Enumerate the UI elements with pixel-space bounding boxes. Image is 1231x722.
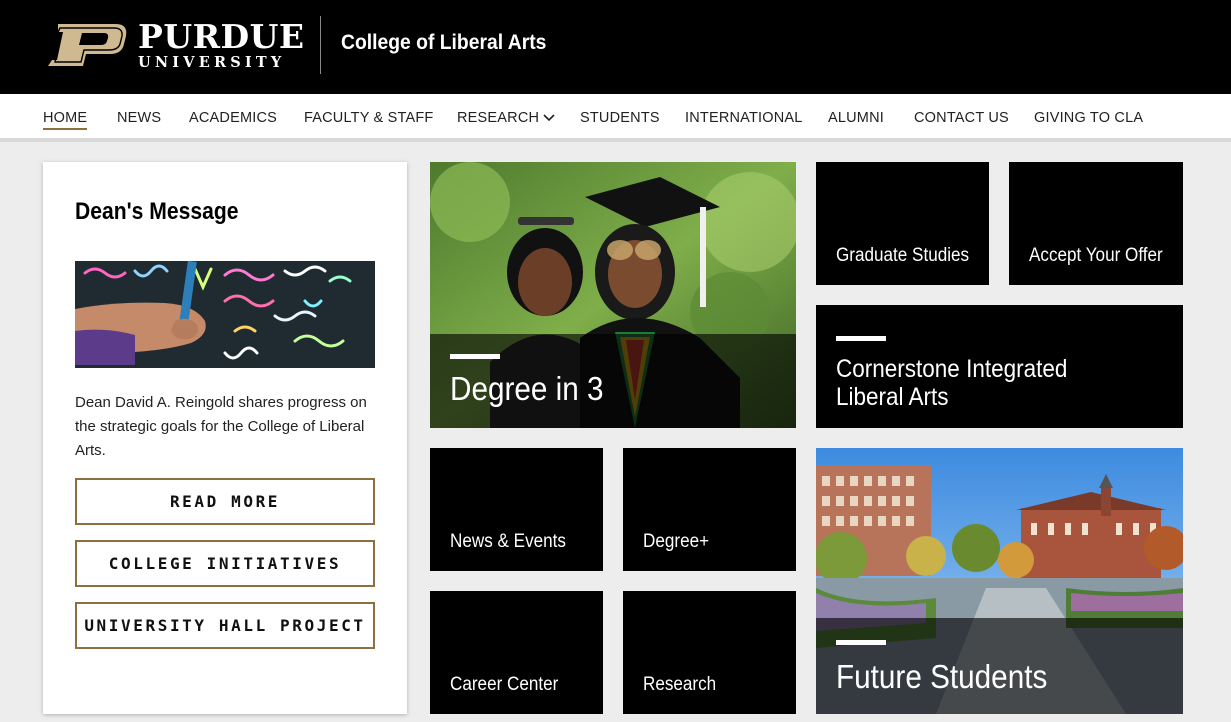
tile-accent-bar — [836, 640, 886, 645]
deans-message-title: Dean's Message — [75, 198, 239, 225]
university-sub: UNIVERSITY — [138, 53, 286, 71]
tile-accept-your-offer[interactable]: Accept Your Offer — [1009, 162, 1183, 285]
tile-future-students[interactable]: Future Students — [816, 448, 1183, 714]
tile-research[interactable]: Research — [623, 591, 796, 714]
nav-item-research[interactable]: RESEARCH — [457, 110, 555, 126]
nav-item-students[interactable]: STUDENTS — [580, 110, 660, 126]
deans-message-body: Dean David A. Reingold shares progress o… — [75, 394, 367, 459]
tile-career-center-label: Career Center — [450, 674, 559, 695]
nav-item-alumni[interactable]: ALUMNI — [828, 110, 884, 126]
tile-news-events-label: News & Events — [450, 531, 566, 552]
tile-accent-bar — [836, 336, 886, 341]
deans-message-image — [75, 261, 375, 368]
tile-career-center[interactable]: Career Center — [430, 591, 603, 714]
tile-degree-in-3-label: Degree in 3 — [450, 370, 604, 407]
tile-research-label: Research — [643, 674, 717, 695]
tile-degree-plus[interactable]: Degree+ — [623, 448, 796, 571]
tile-future-students-label: Future Students — [836, 658, 1048, 695]
tile-graduate-studies[interactable]: Graduate Studies — [816, 162, 989, 285]
tile-accent-bar — [450, 354, 500, 359]
tile-cornerstone[interactable]: Cornerstone Integrated Liberal Arts — [816, 305, 1183, 428]
tile-degree-plus-label: Degree+ — [643, 531, 710, 552]
main-nav: HOME NEWS ACADEMICS FACULTY & STAFF RESE… — [0, 94, 1231, 142]
nav-item-faculty-staff[interactable]: FACULTY & STAFF — [304, 110, 434, 126]
tile-cornerstone-label: Cornerstone Integrated Liberal Arts — [836, 355, 1068, 411]
read-more-button[interactable]: READ MORE — [75, 478, 375, 525]
nav-item-research-label: RESEARCH — [457, 110, 540, 126]
deans-message-card: Dean's Message Dean David A. Reingold sh… — [43, 162, 407, 714]
nav-item-giving[interactable]: GIVING TO CLA — [1034, 110, 1143, 126]
university-name: PURDUE — [138, 16, 305, 56]
tile-graduate-studies-label: Graduate Studies — [836, 245, 970, 266]
college-title[interactable]: College of Liberal Arts — [341, 31, 546, 55]
purdue-logo[interactable]: PURDUE UNIVERSITY — [44, 20, 305, 70]
purdue-p-logo-icon — [48, 24, 127, 66]
nav-item-news[interactable]: NEWS — [117, 110, 161, 126]
nav-item-contact-us[interactable]: CONTACT US — [914, 110, 1009, 126]
tile-news-events[interactable]: News & Events — [430, 448, 603, 571]
university-hall-project-button[interactable]: UNIVERSITY HALL PROJECT — [75, 602, 375, 649]
header-divider — [320, 16, 321, 74]
nav-item-academics[interactable]: ACADEMICS — [189, 110, 277, 126]
tile-accept-your-offer-label: Accept Your Offer — [1029, 245, 1163, 266]
chevron-down-icon — [543, 114, 555, 122]
college-initiatives-button[interactable]: COLLEGE INITIATIVES — [75, 540, 375, 587]
site-header: PURDUE UNIVERSITY College of Liberal Art… — [0, 0, 1231, 94]
tile-degree-in-3[interactable]: Degree in 3 — [430, 162, 796, 428]
nav-item-home[interactable]: HOME — [43, 110, 88, 130]
nav-item-international[interactable]: INTERNATIONAL — [685, 110, 803, 126]
